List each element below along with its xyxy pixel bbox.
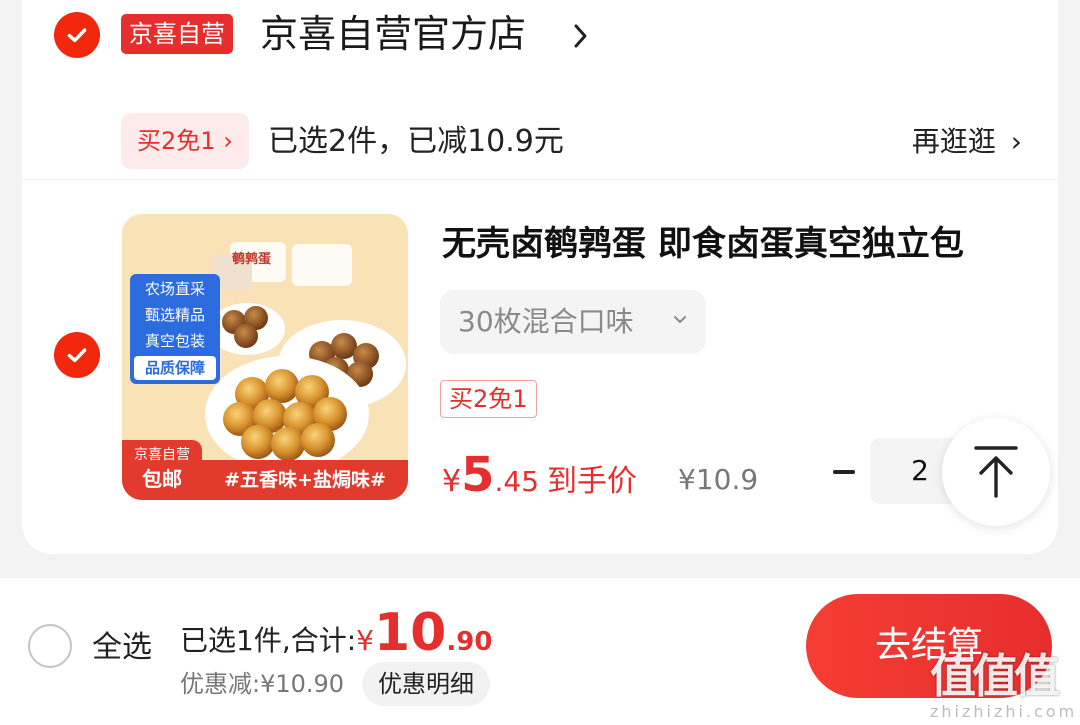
promo-badge: 买2免1 [440,380,537,418]
final-price: ¥5.45 到手价 [442,440,637,510]
product-title[interactable]: 无壳卤鹌鹑蛋 即食卤蛋真空独立包 [442,222,964,266]
feature-item: 甄选精品 [144,306,205,324]
shop-more-link[interactable]: 再逛逛 › [912,120,1022,164]
product-image[interactable]: 鹌鹑蛋 农场直采 甄选精品 真空包装 品质保障 京喜自营 包邮 #五香味+盐焗味… [122,214,408,500]
store-card: 京喜自营 京喜自营官方店 买2免1 › 已选2件，已减10.9元 再逛逛 › 鹌… [22,0,1058,554]
price-currency: ¥ [442,464,462,499]
promo-row: 买2免1 › 已选2件，已减10.9元 再逛逛 › [22,80,1058,180]
total-currency: ¥ [356,624,374,657]
store-name[interactable]: 京喜自营官方店 [260,6,526,62]
shop-tag-text: 京喜自营 [134,447,190,463]
feature-item: 品质保障 [134,356,216,380]
discount-detail-button[interactable]: 优惠明细 [362,662,490,706]
promo-status: 已选2件，已减10.9元 [268,124,564,159]
store-header: 京喜自营 京喜自营官方店 [22,0,1058,80]
checkout-bar: 全选 已选1件,合计:¥10.90 优惠减:¥10.90 优惠明细 去结算 [0,578,1080,725]
watermark-text: 值值值 [930,649,1060,703]
feature-item: 农场直采 [144,280,205,298]
checkmark-icon [67,348,87,363]
self-operated-badge: 京喜自营 [121,14,233,54]
variant-selector[interactable]: 30枚混合口味 [440,290,706,354]
back-to-top-button[interactable] [942,418,1050,526]
total-summary: 已选1件,合计:¥10.90 [180,598,492,668]
free-shipping-text: 包邮 [142,467,182,491]
feature-list: 农场直采 甄选精品 真空包装 品质保障 [130,274,220,384]
watermark-logo: 值值值 [930,646,1070,706]
brand-label: 鹌鹑蛋 [232,252,272,267]
price-label: 到手价 [547,464,638,499]
arrow-up-icon [974,446,1018,498]
shop-more-label: 再逛逛 [911,125,996,158]
select-all-label[interactable]: 全选 [92,626,152,670]
promo-chip[interactable]: 买2免1 › [121,113,249,169]
flavor-banner: #五香味+盐焗味# [202,460,408,500]
feature-item: 真空包装 [144,332,205,350]
promo-chip-label: 买2免1 [137,127,216,155]
original-price: ¥10.9 [678,463,759,496]
select-all-checkbox[interactable] [28,624,72,668]
chevron-right-icon: › [1010,125,1022,158]
total-integer: 10 [373,603,447,663]
chevron-down-icon [674,316,686,323]
checkmark-icon [67,28,87,43]
price-decimal: .45 [494,465,540,498]
summary-label: 已选1件,合计: [180,624,357,657]
store-check-icon[interactable] [54,12,100,58]
minus-icon [833,470,855,474]
chevron-right-icon: › [223,127,233,155]
total-decimal: .90 [446,627,493,657]
variant-label: 30枚混合口味 [458,305,634,338]
item-check-icon[interactable] [54,332,100,378]
discount-text: 优惠减:¥10.90 [180,670,345,698]
watermark-url: zhizhizhi.com [930,702,1078,721]
shop-shipping-tag: 京喜自营 包邮 [122,440,202,500]
decrease-quantity-button[interactable] [832,452,856,492]
price-integer: 5 [461,447,495,503]
chevron-right-icon[interactable] [570,20,592,52]
